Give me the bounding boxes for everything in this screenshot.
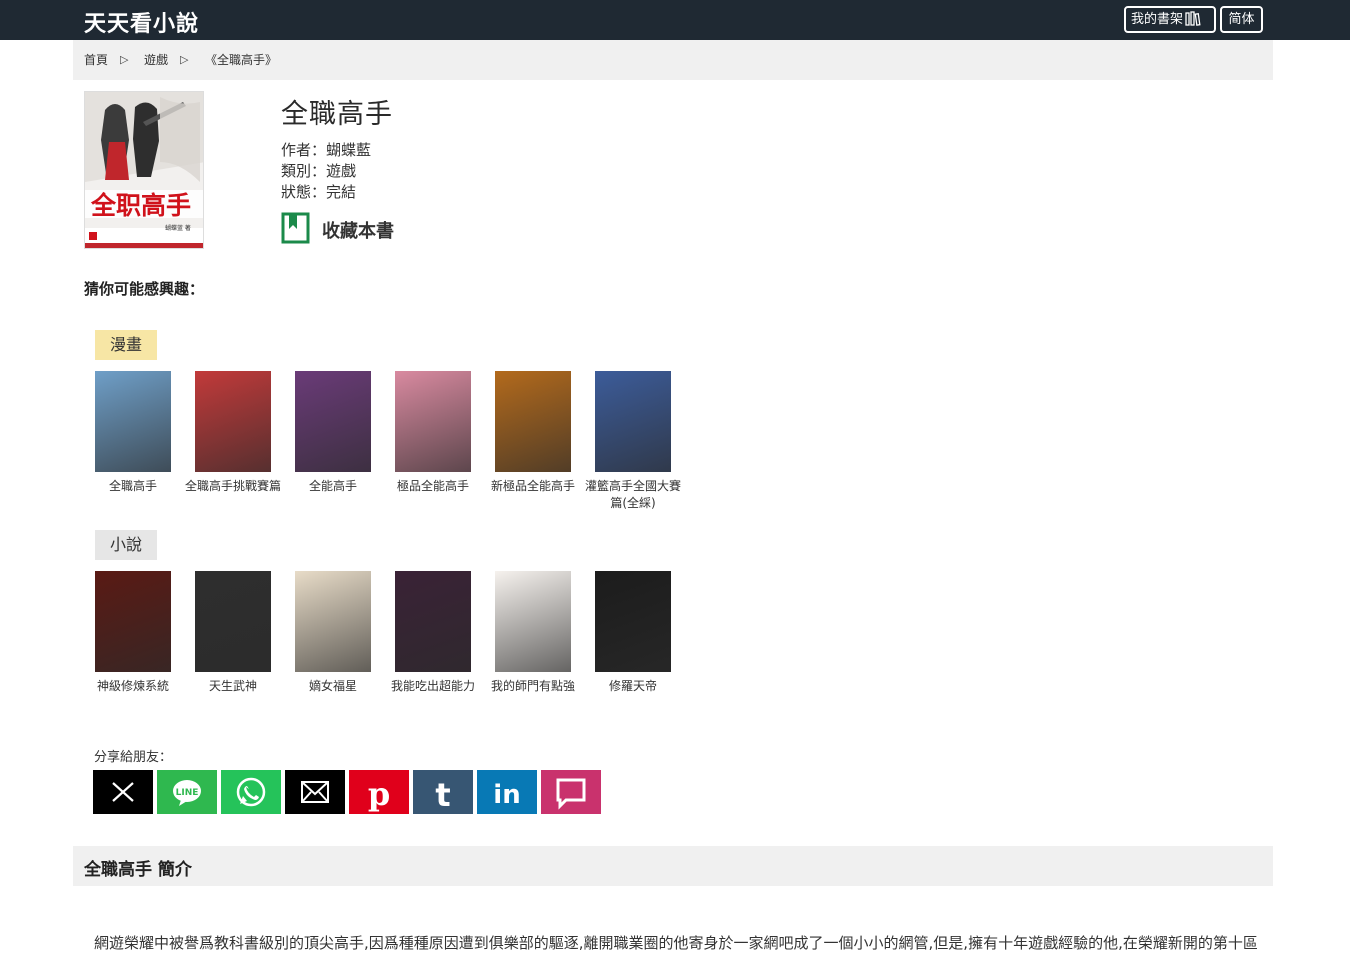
novel-title: 修羅天帝 [608, 679, 657, 693]
svg-text:p: p [368, 775, 390, 813]
novel-item[interactable]: 修羅天帝 [583, 571, 683, 695]
share-email-button[interactable] [285, 770, 345, 814]
bookshelf-label: 我的書架 [1131, 12, 1184, 27]
comic-item[interactable]: 極品全能高手 [383, 371, 483, 495]
comic-cover [595, 371, 671, 472]
svg-text:LINE: LINE [176, 788, 199, 798]
favorite-label: 收藏本書 [322, 221, 394, 242]
breadcrumb-category[interactable]: 遊戲 [144, 40, 168, 80]
comic-item[interactable]: 新極品全能高手 [483, 371, 583, 495]
comic-cover [395, 371, 471, 472]
cover-title-art: 全职高手 [90, 191, 191, 220]
book-cover: 全职高手 蝴蝶蓝 著 [84, 91, 204, 249]
whatsapp-icon [236, 777, 266, 807]
comic-cover [295, 371, 371, 472]
line-icon: LINE [173, 780, 201, 806]
comment-icon [556, 778, 586, 810]
novel-title: 我能吃出超能力 [390, 679, 475, 693]
comic-cover [95, 371, 171, 472]
comic-title: 全能高手 [308, 479, 357, 493]
site-title[interactable]: 天天看小說 [84, 6, 199, 38]
novel-title: 嫡女福星 [308, 679, 357, 693]
book-genre: 類別：遊戲 [281, 162, 357, 180]
x-icon [112, 782, 134, 802]
bookshelf-icon [1185, 11, 1203, 34]
share-line-button[interactable]: LINE [157, 770, 217, 814]
simplified-chinese-button[interactable]: 简体 [1220, 6, 1263, 33]
novel-cover [395, 571, 471, 672]
cover-author-art: 蝴蝶蓝 著 [165, 224, 191, 232]
novel-title: 天生武神 [208, 679, 257, 693]
category-tag-novels: 小說 [95, 530, 157, 560]
novel-item[interactable]: 我的師門有點強 [483, 571, 583, 695]
intro-text: 網遊榮耀中被譽爲教科書級別的頂尖高手,因爲種種原因遭到俱樂部的驅逐,離開職業圈的… [94, 934, 1258, 952]
comic-title: 新極品全能高手 [490, 479, 575, 493]
recommend-heading: 猜你可能感興趣： [84, 280, 205, 298]
breadcrumb-separator: ▷ [180, 53, 189, 66]
breadcrumb: 首頁 ▷ 遊戲 ▷ 《全職高手》 [73, 40, 1273, 80]
email-icon [301, 781, 329, 803]
svg-text:t: t [435, 776, 450, 814]
novel-item[interactable]: 天生武神 [183, 571, 283, 695]
pinterest-icon: p [368, 775, 390, 813]
share-pinterest-button[interactable]: p [349, 770, 409, 814]
comic-cover [495, 371, 571, 472]
comic-cover [195, 371, 271, 472]
category-tag-comics: 漫畫 [95, 330, 157, 360]
share-comment-button[interactable] [541, 770, 601, 814]
comic-title: 極品全能高手 [396, 479, 469, 493]
novel-cover [195, 571, 271, 672]
svg-text:in: in [493, 780, 520, 810]
comic-item[interactable]: 全能高手 [283, 371, 383, 495]
novel-item[interactable]: 嫡女福星 [283, 571, 383, 695]
book-title: 全職高手 [281, 99, 393, 130]
novel-cover [495, 571, 571, 672]
share-x-button[interactable] [93, 770, 153, 814]
share-linkedin-button[interactable]: in [477, 770, 537, 814]
breadcrumb-separator: ▷ [120, 53, 129, 66]
linkedin-icon: in [493, 780, 520, 810]
breadcrumb-home[interactable]: 首頁 [84, 40, 108, 80]
intro-title: 全職高手 簡介 [84, 860, 192, 880]
book-author: 作者：蝴蝶藍 [281, 141, 372, 159]
book-status: 狀態：完結 [281, 183, 357, 201]
breadcrumb-current: 《全職高手》 [205, 53, 278, 67]
bookmark-icon [281, 212, 311, 248]
my-bookshelf-button[interactable]: 我的書架 [1124, 6, 1216, 33]
share-tumblr-button[interactable]: t [413, 770, 473, 814]
comic-title: 全職高手挑戰賽篇 [184, 479, 281, 493]
novel-title: 我的師門有點強 [490, 679, 575, 693]
comic-item[interactable]: 全職高手 [83, 371, 183, 495]
comic-title: 灌籃高手全國大賽篇(全綵) [584, 479, 681, 510]
intro-header: 全職高手 簡介 [73, 846, 1273, 886]
novel-cover [295, 571, 371, 672]
novel-item[interactable]: 我能吃出超能力 [383, 571, 483, 695]
top-bar: 天天看小說 我的書架 简体 [0, 0, 1350, 40]
novel-item[interactable]: 神級修煉系統 [83, 571, 183, 695]
share-whatsapp-button[interactable] [221, 770, 281, 814]
share-label: 分享給朋友： [94, 750, 173, 765]
comic-item[interactable]: 灌籃高手全國大賽篇(全綵) [583, 371, 683, 512]
novel-cover [95, 571, 171, 672]
novel-title: 神級修煉系統 [96, 679, 169, 693]
tumblr-icon: t [435, 776, 450, 814]
novel-cover [595, 571, 671, 672]
comic-title: 全職高手 [108, 479, 157, 493]
comic-item[interactable]: 全職高手挑戰賽篇 [183, 371, 283, 495]
